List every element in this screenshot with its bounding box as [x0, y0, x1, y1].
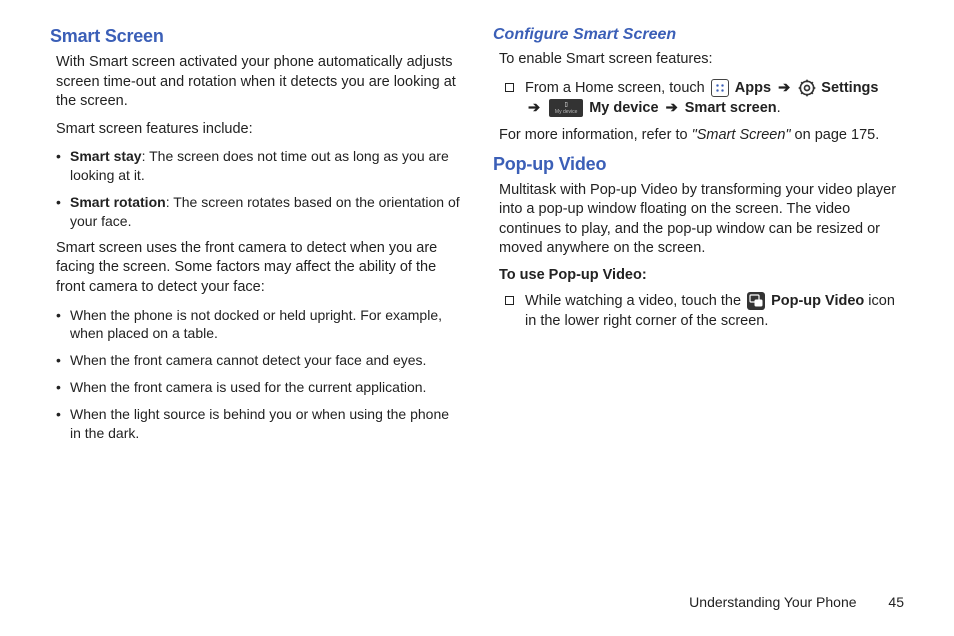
smart-screen-intro: With Smart screen activated your phone a… — [56, 53, 461, 112]
features-list: Smart stay: The screen does not time out… — [56, 147, 461, 231]
page-footer: Understanding Your Phone 45 — [689, 594, 904, 610]
feature-label: Smart rotation — [70, 194, 166, 210]
feature-label: Smart stay — [70, 148, 142, 164]
apps-label: Apps — [735, 80, 771, 96]
step-text: From a Home screen, touch — [525, 80, 709, 96]
configure-step: From a Home screen, touch Apps ➔ Setting… — [499, 78, 904, 119]
my-device-icon: ▯My device — [549, 99, 583, 117]
feature-smart-stay: Smart stay: The screen does not time out… — [56, 147, 461, 185]
heading-popup-video: Pop-up Video — [493, 154, 904, 175]
factor-item: When the front camera is used for the cu… — [56, 378, 461, 397]
more-info: For more information, refer to "Smart Sc… — [499, 126, 904, 146]
factor-item: When the phone is not docked or held upr… — [56, 306, 461, 344]
use-prefix: While watching a video, touch the — [525, 293, 745, 309]
arrow-icon: ➔ — [528, 100, 540, 116]
more-info-prefix: For more information, refer to — [499, 127, 692, 143]
feature-smart-rotation: Smart rotation: The screen rotates based… — [56, 193, 461, 231]
use-step: While watching a video, touch the Pop-up… — [499, 291, 904, 332]
arrow-icon: ➔ — [778, 80, 790, 96]
popup-body: Multitask with Pop-up Video by transform… — [499, 181, 904, 259]
more-info-suffix: on page 175. — [791, 127, 880, 143]
settings-label: Settings — [821, 80, 878, 96]
page-number: 45 — [888, 594, 904, 610]
my-device-label: My device — [589, 100, 658, 116]
heading-configure: Configure Smart Screen — [493, 26, 904, 44]
factor-item: When the front camera cannot detect your… — [56, 351, 461, 370]
factor-item: When the light source is behind you or w… — [56, 405, 461, 443]
factors-list: When the phone is not docked or held upr… — [56, 306, 461, 443]
more-info-ref: "Smart Screen" — [692, 127, 791, 143]
heading-smart-screen: Smart Screen — [50, 26, 461, 47]
smart-screen-label: Smart screen — [685, 100, 777, 116]
configure-steps: From a Home screen, touch Apps ➔ Setting… — [499, 78, 904, 119]
left-column: Smart Screen With Smart screen activated… — [50, 26, 461, 451]
use-steps: While watching a video, touch the Pop-up… — [499, 291, 904, 332]
popup-video-icon — [747, 292, 765, 310]
popup-label: Pop-up Video — [771, 293, 864, 309]
arrow-icon: ➔ — [666, 100, 678, 116]
features-lead: Smart screen features include: — [56, 120, 461, 140]
footer-section: Understanding Your Phone — [689, 594, 856, 610]
camera-note: Smart screen uses the front camera to de… — [56, 239, 461, 298]
settings-icon — [797, 80, 821, 96]
use-popup-heading: To use Pop-up Video: — [499, 267, 904, 283]
configure-lead: To enable Smart screen features: — [499, 50, 904, 70]
apps-icon — [711, 79, 729, 97]
right-column: Configure Smart Screen To enable Smart s… — [493, 26, 904, 451]
